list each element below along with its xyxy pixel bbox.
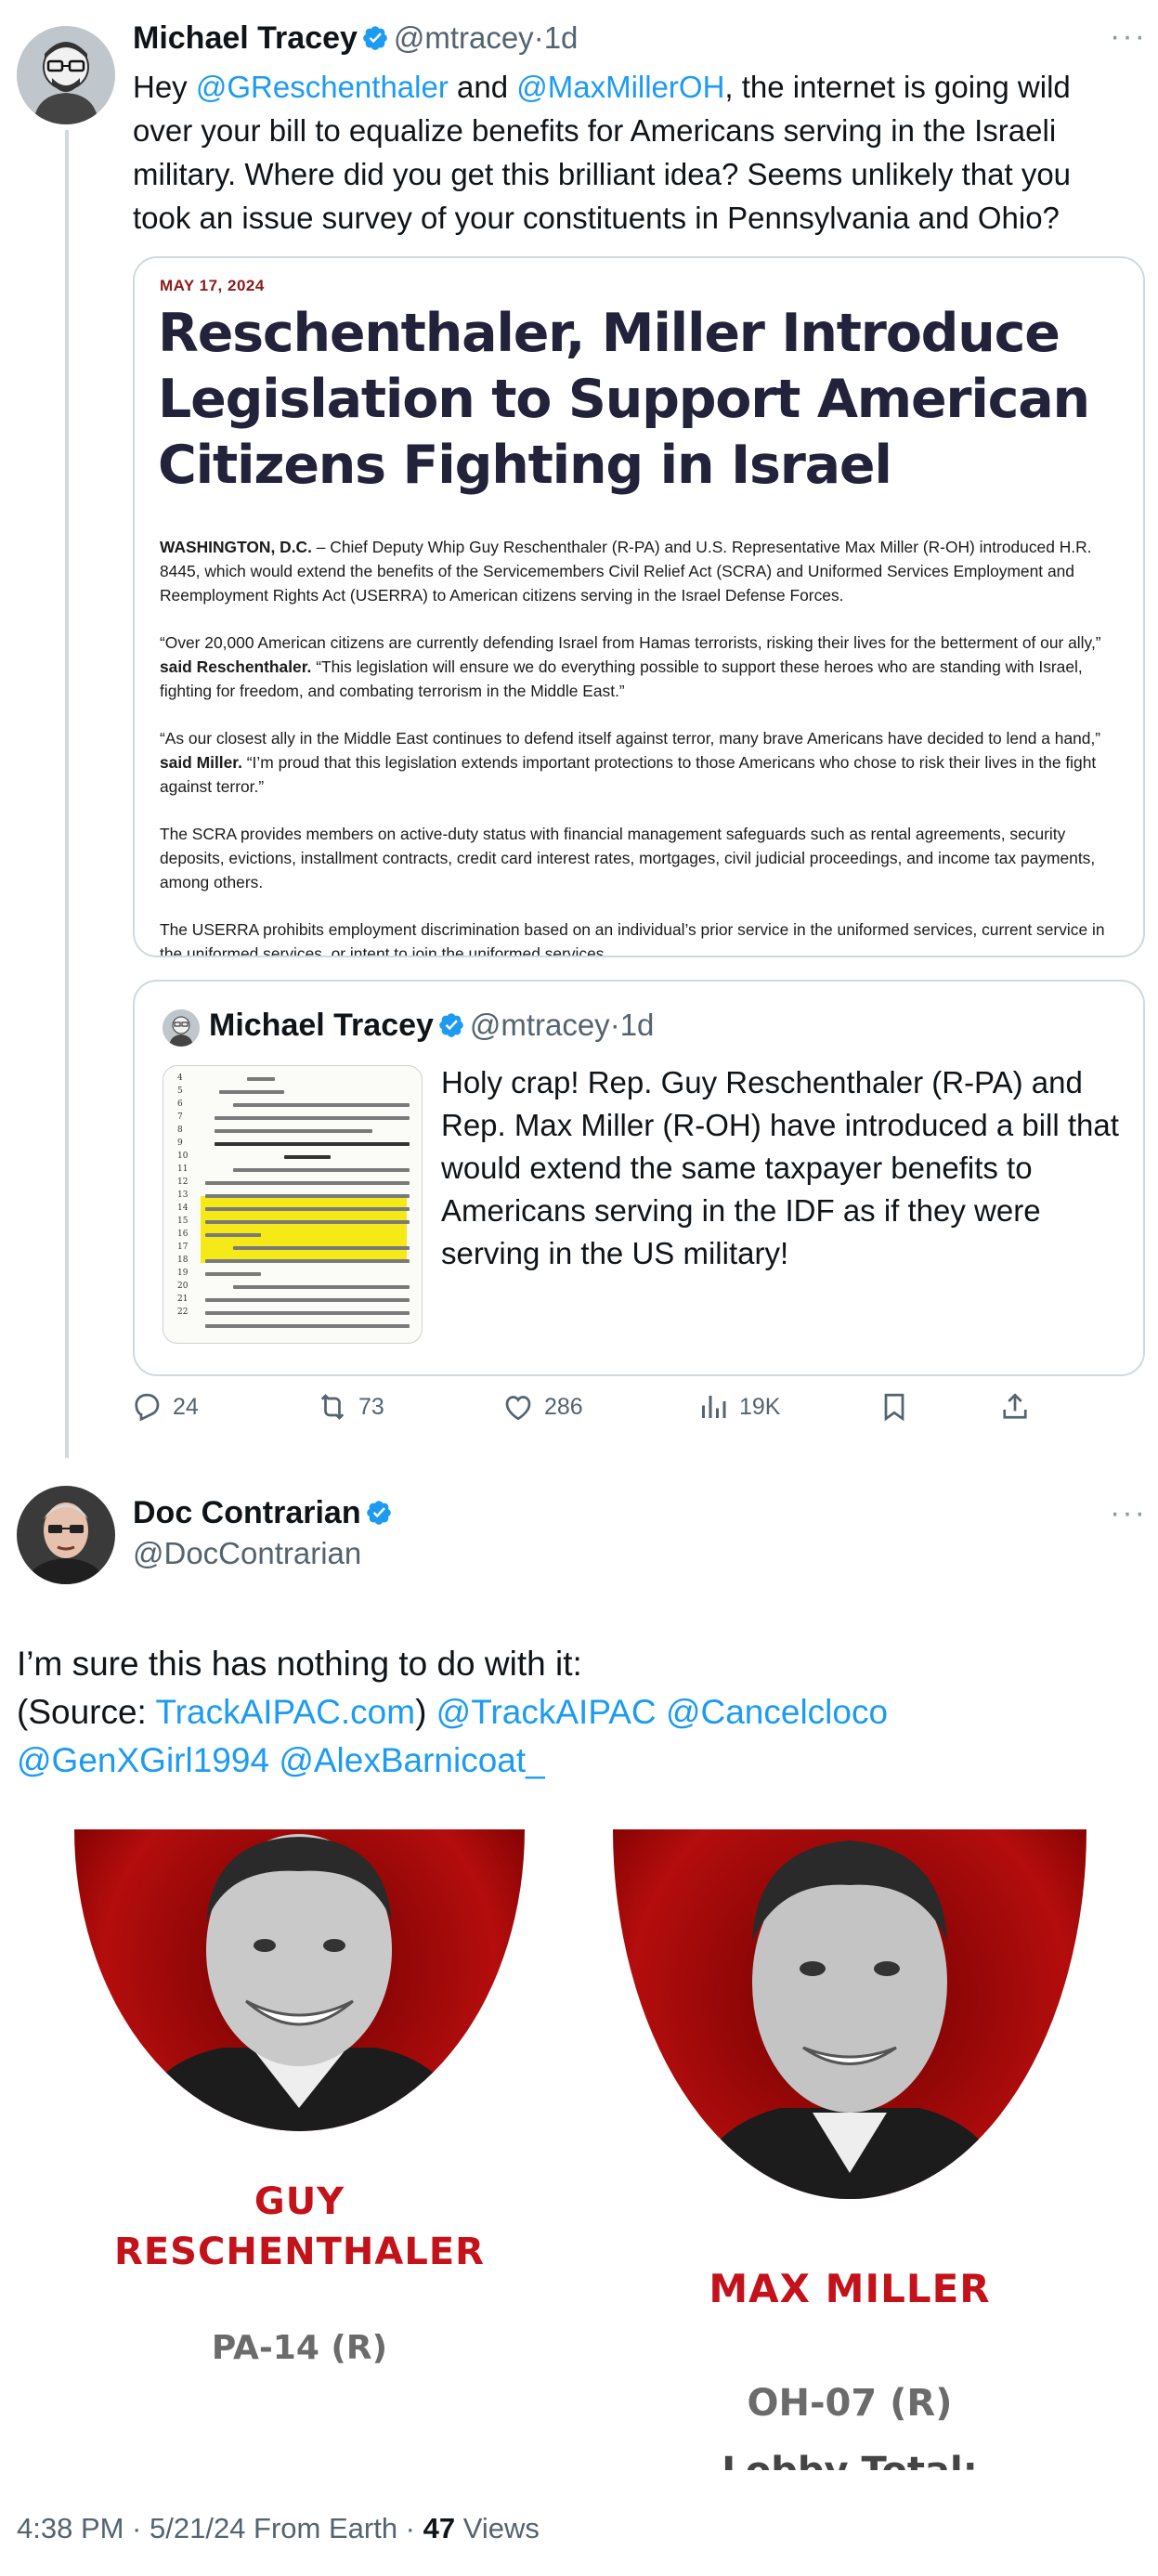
views-label: Views [455,2512,540,2544]
quote-author-name[interactable]: Michael Tracey [209,1008,434,1043]
bookmark-icon [884,1393,904,1422]
view-count: 19K [739,1393,781,1420]
tweet1-text: Hey @GReschenthaler and @MaxMillerOH, th… [133,70,1072,235]
press-body: WASHINGTON, D.C. – Chief Deputy Whip Guy… [160,538,1105,957]
author-handle[interactable]: @mtracey [394,20,534,55]
more-icon[interactable]: ··· [1110,1495,1147,1531]
share-icon [1003,1393,1027,1419]
reply-button[interactable]: 24 [130,1390,199,1424]
tweet1-header: Michael Tracey @mtracey·1d [133,20,578,57]
press-title: Reschenthaler, Miller Introduce Legislat… [158,303,1090,496]
avatar-michael-tracey[interactable] [17,26,115,124]
mention-greschenthaler[interactable]: @GReschenthaler [196,70,449,104]
like-count: 286 [544,1393,583,1420]
portrait-max-miller [613,1829,1086,2199]
more-icon[interactable]: ··· [1110,19,1147,55]
mention-genxgirl1994[interactable]: @GenXGirl1994 [17,1741,269,1779]
candidate-name-last: RESCHENTHALER [114,2231,485,2273]
mention-trackaipac[interactable]: @TrackAIPAC [436,1693,657,1731]
tweet2-header: Doc Contrarian [133,1495,393,1531]
mention-maxmilleroh[interactable]: @MaxMillerOH [516,70,724,104]
tweet2-text: I’m sure this has nothing to do with it:… [17,1645,889,1779]
quoted-tweet-card[interactable]: Michael Tracey @mtracey·1d 4 5 6 7 8 9 1… [133,980,1145,1376]
author-name[interactable]: Doc Contrarian [133,1495,361,1530]
candidates-poster-image[interactable]: GUY RESCHENTHALER PA-14 (R) MAX MILLER O… [37,1829,1114,2470]
lobby-total-cut-text: Lobby Total: $180,383* [613,2450,1086,2470]
post-time[interactable]: 1d [544,20,579,55]
mention-alexbarnicoat[interactable]: @AlexBarnicoat_ [279,1741,544,1779]
quote-avatar[interactable] [163,1009,200,1047]
quote-time[interactable]: 1d [620,1008,655,1042]
candidate-name-first: GUY [254,2180,345,2223]
quote-header: Michael Tracey @mtracey·1d [209,1008,654,1044]
verified-badge-icon [367,1501,391,1525]
reply-icon [135,1393,160,1422]
share-button[interactable] [998,1390,1032,1424]
repost-count: 73 [358,1393,384,1420]
reply-count: 24 [173,1393,199,1420]
repost-button[interactable]: 73 [316,1390,384,1424]
repost-icon [320,1394,345,1420]
portrait-guy-reschenthaler [74,1829,525,2131]
candidate-district-right: OH-07 (R) [747,2382,953,2425]
author-name[interactable]: Michael Tracey [133,20,358,56]
link-trackaipac[interactable]: TrackAIPAC.com [155,1693,415,1731]
thread-connector-line [65,130,69,1458]
like-icon [505,1396,531,1421]
verified-badge-icon [363,26,388,50]
quote-handle[interactable]: @mtracey [470,1008,610,1042]
tweet2-footer: 4:38 PM · 5/21/24 From Earth · 47 Views [17,2512,540,2545]
bookmark-button[interactable] [878,1390,911,1424]
post-timestamp[interactable]: 4:38 PM · 5/21/24 From Earth · [17,2512,423,2544]
candidate-name-right: MAX MILLER [709,2266,991,2311]
separator-dot: · [609,1008,620,1042]
views-count: 47 [423,2512,456,2544]
press-date: MAY 17, 2024 [160,277,265,294]
press-release-image-card[interactable]: MAY 17, 2024 Reschenthaler, Miller Intro… [133,256,1145,957]
candidate-district-left: PA-14 (R) [211,2329,388,2367]
separator-dot: · [533,20,544,55]
bill-document-thumbnail[interactable]: 4 5 6 7 8 9 10 11 12 13 14 15 16 17 18 1… [163,1065,423,1344]
like-button[interactable]: 286 [501,1390,583,1424]
author-handle[interactable]: @DocContrarian [133,1536,361,1571]
mention-cancelcloco[interactable]: @Cancelcloco [666,1693,888,1731]
quote-text: Holy crap! Rep. Guy Reschenthaler (R-PA)… [441,1065,1119,1270]
highlighted-bill-text [201,1196,407,1263]
views-icon [702,1396,726,1418]
views-button[interactable]: 19K [696,1390,780,1424]
tweet-action-bar: 24 73 286 19K [130,1390,1059,1437]
verified-badge-icon [439,1013,464,1037]
avatar-doc-contrarian[interactable] [17,1486,115,1584]
